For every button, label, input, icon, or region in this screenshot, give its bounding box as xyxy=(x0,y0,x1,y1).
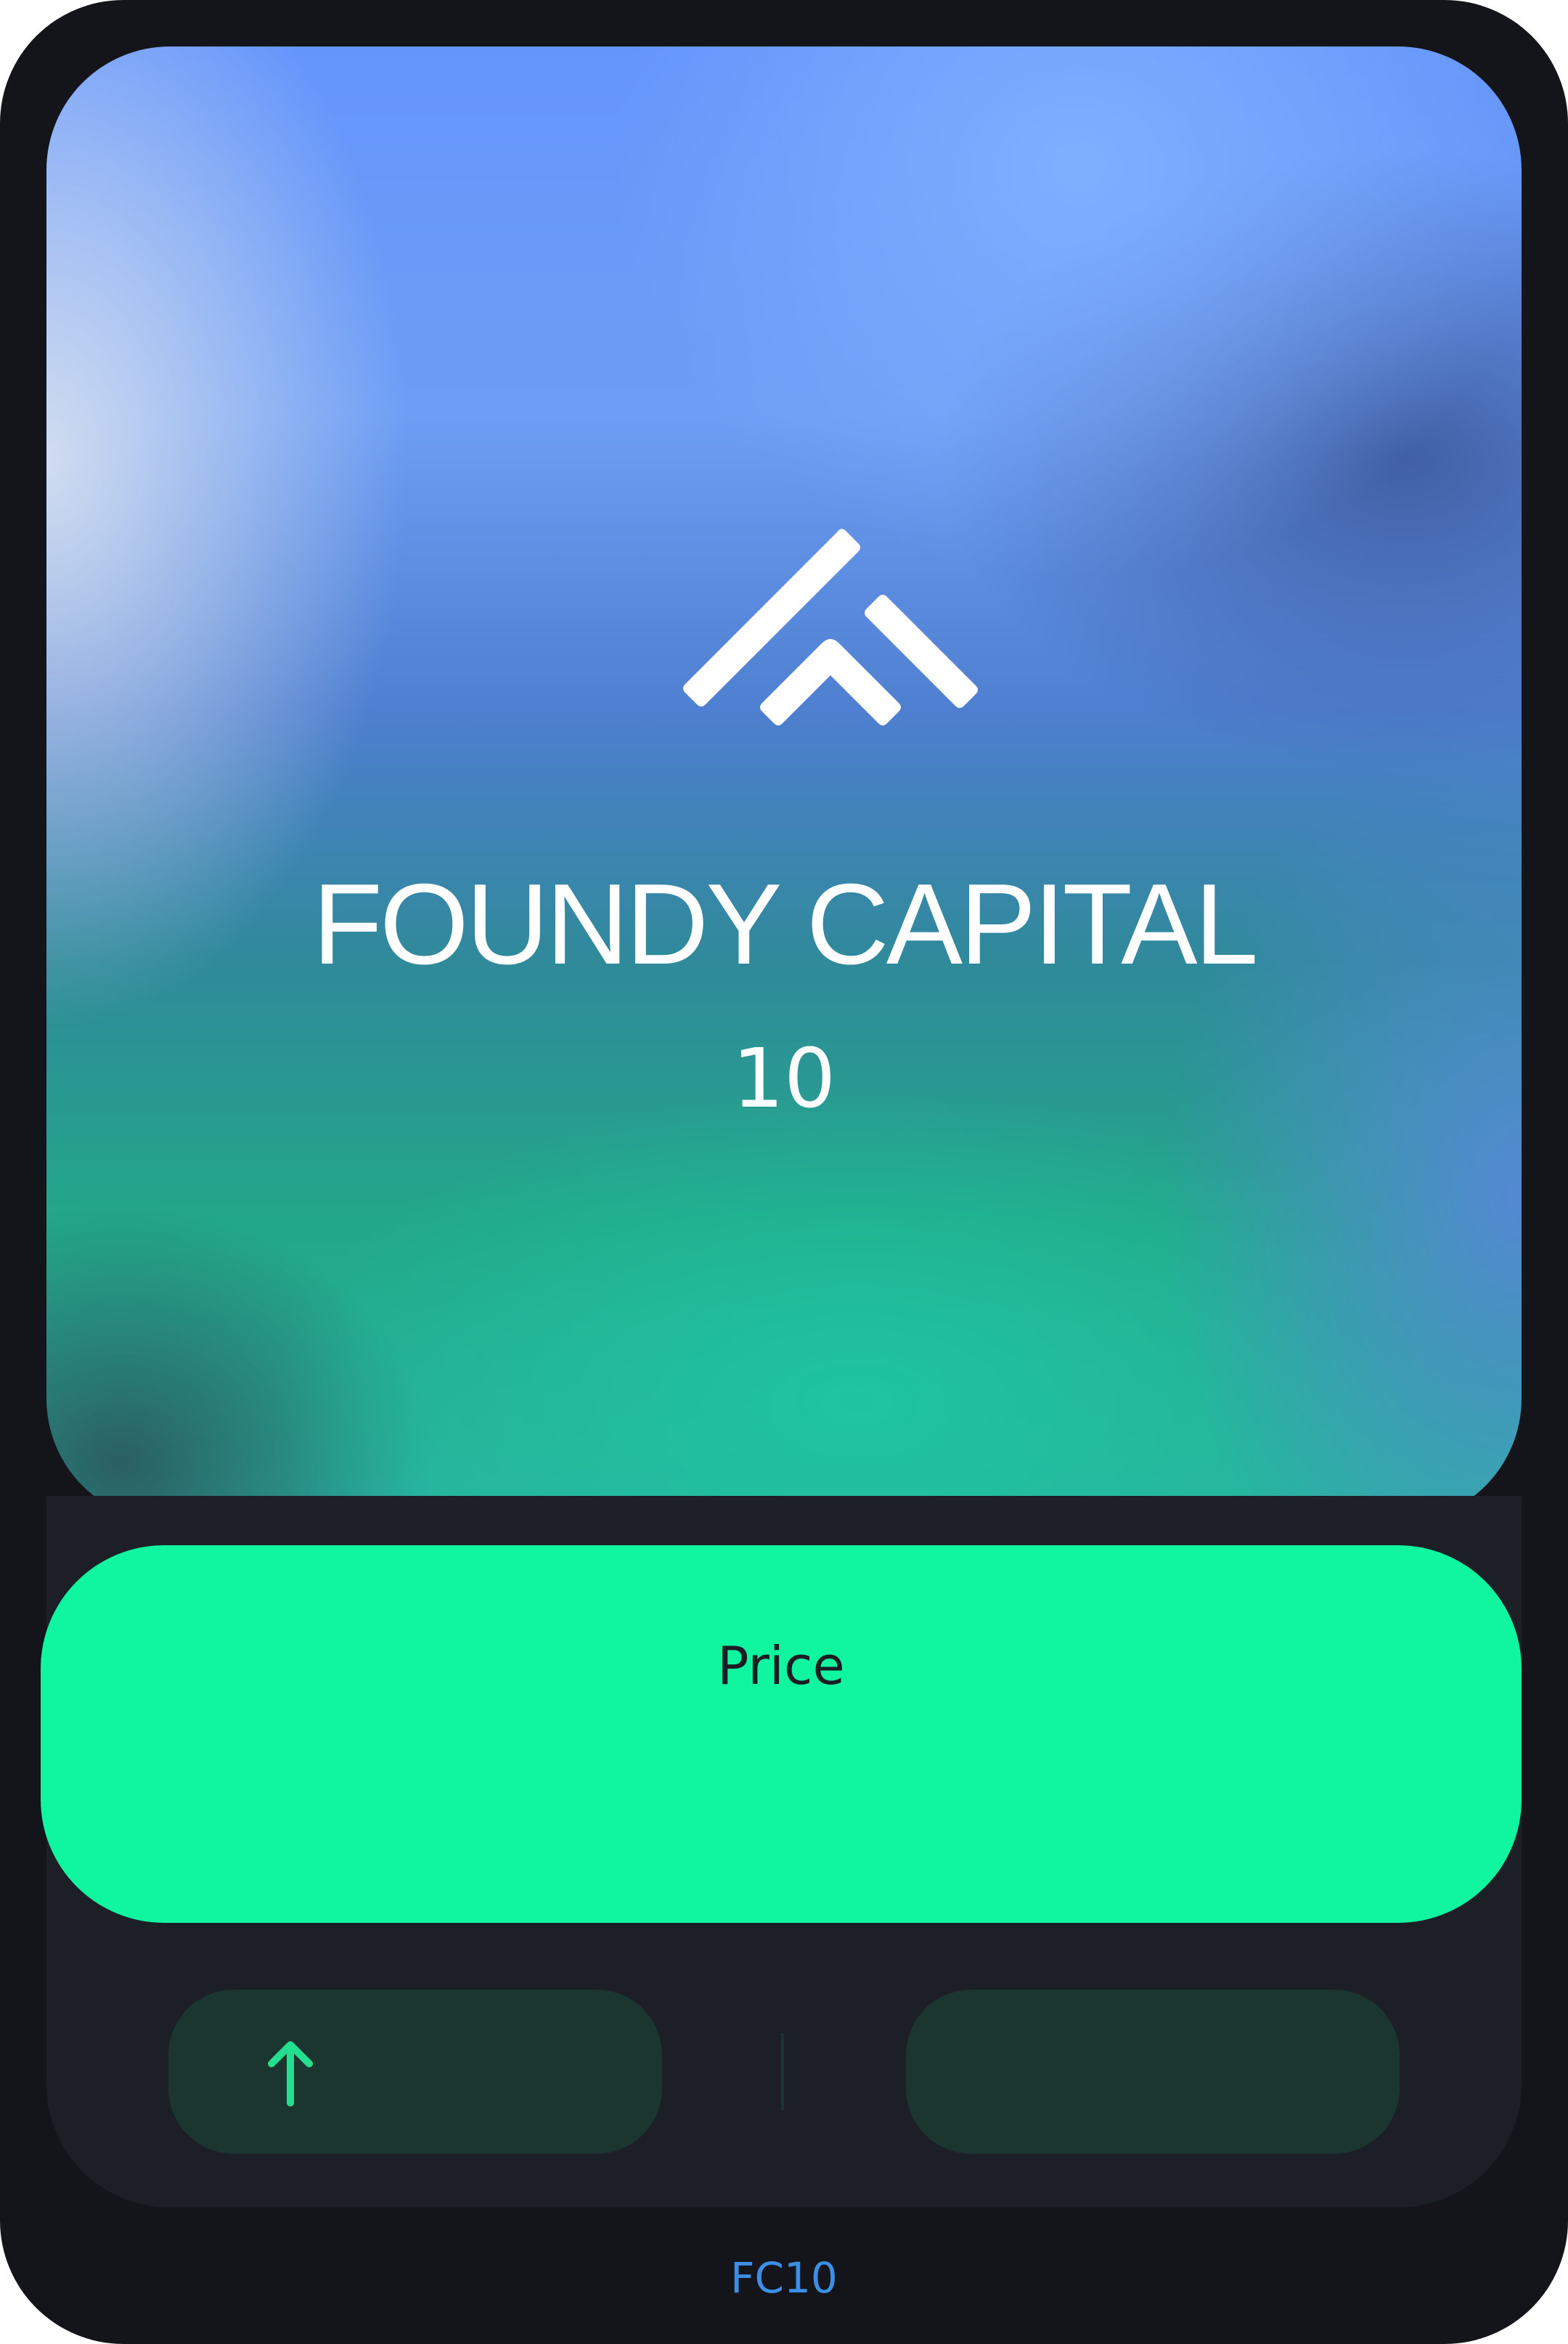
arrow-up-icon xyxy=(268,2041,313,2107)
price-label: Price xyxy=(717,1635,845,1696)
stat-pill-value xyxy=(906,1990,1400,2154)
stats-divider xyxy=(781,2033,784,2110)
foundy-capital-logo-icon xyxy=(683,529,978,725)
price-panel: Price xyxy=(41,1545,1522,1923)
company-name: FOUNDY CAPITAL xyxy=(312,860,1259,988)
stat-pill-change xyxy=(168,1990,662,2154)
token-card: FOUNDY CAPITAL 10 Price FC10 xyxy=(0,0,1568,2344)
company-number: 10 xyxy=(732,1032,836,1126)
hero-banner: FOUNDY CAPITAL 10 xyxy=(46,46,1522,1522)
ticker-symbol: FC10 xyxy=(730,2253,838,2303)
